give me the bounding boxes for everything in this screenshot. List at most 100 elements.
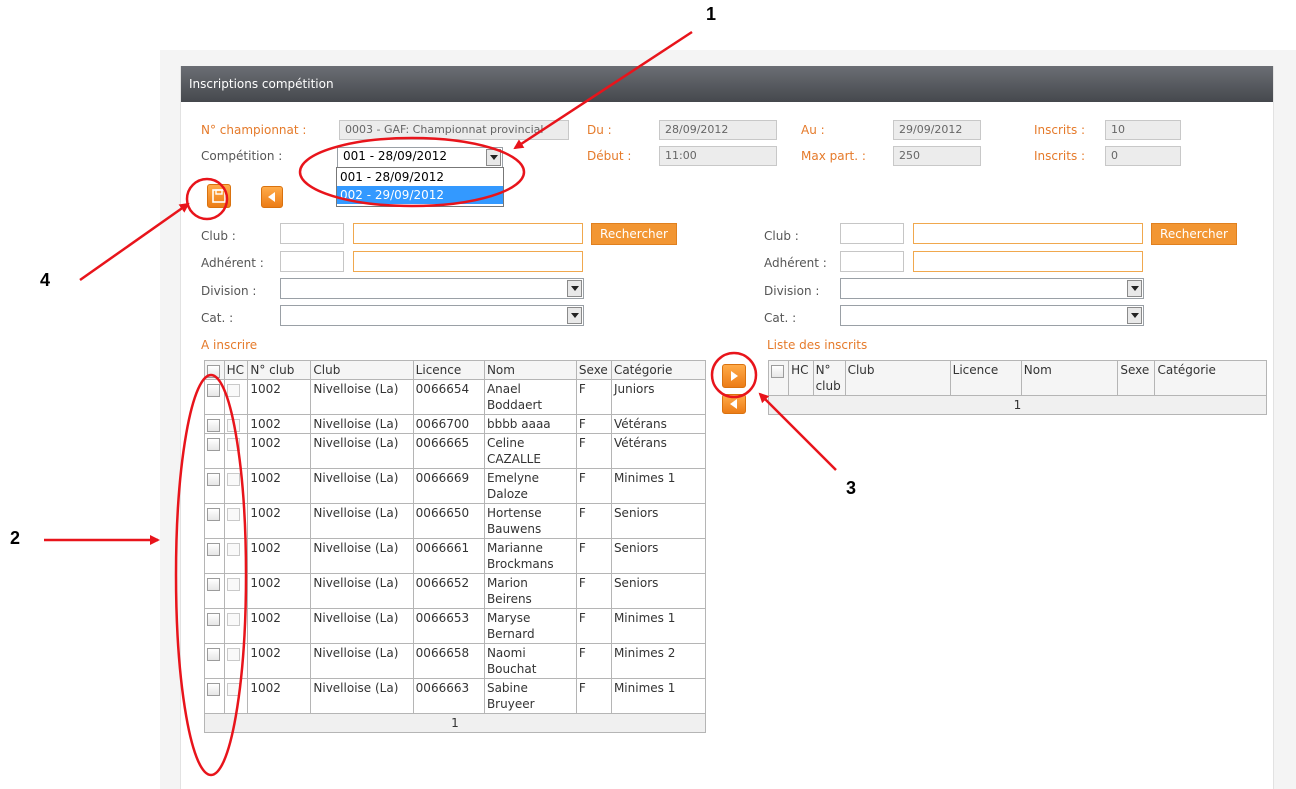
cell-sexe: F — [575, 643, 612, 679]
row-hc-checkbox[interactable] — [226, 613, 240, 626]
row-hc-checkbox[interactable] — [226, 543, 240, 556]
col-sexe: Sexe — [1117, 360, 1156, 396]
annotation-number-4: 4 — [40, 270, 51, 290]
row-select-checkbox[interactable] — [207, 508, 220, 521]
floppy-disk-icon — [212, 189, 226, 203]
au-label: Au : — [801, 123, 825, 137]
cell-nom: Anael Boddaert — [483, 379, 577, 415]
left-adherent-number-input[interactable] — [280, 251, 344, 272]
annotation-number-1: 1 — [706, 4, 717, 24]
left-division-select[interactable] — [280, 278, 584, 299]
cell-categorie: Vétérans — [610, 414, 707, 434]
right-cat-label: Cat. : — [764, 311, 797, 325]
row-hc-checkbox[interactable] — [226, 508, 240, 521]
row-select-checkbox[interactable] — [207, 578, 220, 591]
arrow-left-icon — [268, 192, 275, 202]
col-hc: HC — [788, 360, 814, 396]
right-adherent-number-input[interactable] — [840, 251, 904, 272]
competition-label: Compétition : — [201, 149, 283, 163]
left-search-button[interactable]: Rechercher — [591, 223, 677, 245]
pager-page-1[interactable]: 1 — [204, 713, 706, 733]
row-select-checkbox[interactable] — [207, 543, 220, 556]
chevron-down-icon[interactable] — [486, 149, 501, 166]
cell-sexe: F — [575, 433, 612, 469]
competition-option-2[interactable]: 002 - 29/09/2012 — [337, 186, 503, 204]
cell-club: Nivelloise (La) — [310, 468, 414, 504]
table-row: 1002 Nivelloise (La) 0066700 bbbb aaaa F Vété… — [204, 414, 707, 434]
right-adherent-name-input[interactable] — [913, 251, 1143, 272]
move-right-button[interactable] — [722, 364, 746, 388]
cell-licence: 0066658 — [412, 643, 485, 679]
left-club-number-input[interactable] — [280, 223, 344, 244]
row-hc-checkbox[interactable] — [226, 473, 240, 486]
col-club: Club — [310, 360, 414, 380]
row-hc-checkbox[interactable] — [226, 683, 240, 696]
row-hc-cell — [223, 433, 249, 469]
row-select-checkbox[interactable] — [207, 613, 220, 626]
table-pager-row: 1 — [204, 713, 706, 733]
right-division-select[interactable] — [840, 278, 1144, 299]
cell-club: Nivelloise (La) — [310, 538, 414, 574]
row-hc-checkbox[interactable] — [226, 648, 240, 661]
left-cat-select[interactable] — [280, 305, 584, 326]
chevron-down-icon[interactable] — [567, 307, 582, 324]
right-club-number-input[interactable] — [840, 223, 904, 244]
cell-categorie: Juniors — [610, 379, 707, 415]
col-licence: Licence — [412, 360, 485, 380]
left-adherent-name-input[interactable] — [353, 251, 583, 272]
row-select-cell — [204, 433, 225, 469]
row-hc-checkbox[interactable] — [226, 578, 240, 591]
championnat-field: 0003 - GAF: Championnat provincial — [339, 120, 569, 140]
competition-select[interactable]: 001 - 28/09/2012 — [337, 147, 503, 168]
save-button[interactable] — [207, 184, 231, 208]
right-club-name-input[interactable] — [913, 223, 1143, 244]
row-select-checkbox[interactable] — [207, 683, 220, 696]
cell-nclub: 1002 — [247, 433, 312, 469]
col-categorie: Catégorie — [1154, 360, 1267, 396]
cell-club: Nivelloise (La) — [310, 608, 414, 644]
inscrits-field-1: 10 — [1105, 120, 1181, 140]
table-row: 1002 Nivelloise (La) 0066661 Marianne Brock… — [204, 538, 707, 574]
back-button[interactable] — [261, 186, 283, 208]
cell-sexe: F — [575, 414, 612, 434]
row-hc-checkbox[interactable] — [226, 384, 240, 397]
cell-sexe: F — [575, 468, 612, 504]
row-select-cell — [204, 608, 225, 644]
cell-nom: bbbb aaaa — [483, 414, 577, 434]
row-hc-cell — [223, 608, 249, 644]
cell-categorie: Seniors — [610, 503, 707, 539]
inscrits-label-2: Inscrits : — [1034, 149, 1086, 163]
chevron-down-icon[interactable] — [1127, 307, 1142, 324]
row-select-cell — [204, 643, 225, 679]
row-select-checkbox[interactable] — [207, 473, 220, 486]
cell-club: Nivelloise (La) — [310, 414, 414, 434]
right-registered-table: HC N° club Club Licence Nom Sexe Catégor… — [767, 360, 1267, 415]
chevron-down-icon[interactable] — [1127, 280, 1142, 297]
au-field: 29/09/2012 — [893, 120, 981, 140]
table-row: 1002 Nivelloise (La) 0066650 Hortense Bauwe… — [204, 503, 707, 539]
right-search-button[interactable]: Rechercher — [1151, 223, 1237, 245]
competition-option-1[interactable]: 001 - 28/09/2012 — [337, 168, 503, 186]
row-select-cell — [204, 678, 225, 714]
chevron-down-icon[interactable] — [567, 280, 582, 297]
right-cat-select[interactable] — [840, 305, 1144, 326]
move-left-button[interactable] — [722, 394, 746, 414]
cell-categorie: Seniors — [610, 573, 707, 609]
left-club-name-input[interactable] — [353, 223, 583, 244]
pager-page-1[interactable]: 1 — [768, 395, 1267, 415]
row-hc-checkbox[interactable] — [226, 438, 240, 451]
row-hc-cell — [223, 678, 249, 714]
select-all-checkbox[interactable] — [771, 365, 784, 378]
row-hc-checkbox[interactable] — [226, 419, 240, 432]
maxpart-label: Max part. : — [801, 149, 866, 163]
cell-sexe: F — [575, 608, 612, 644]
cell-nclub: 1002 — [247, 379, 312, 415]
row-select-checkbox[interactable] — [207, 648, 220, 661]
right-adherent-label: Adhérent : — [764, 256, 827, 270]
select-all-checkbox[interactable] — [207, 365, 220, 378]
row-select-checkbox[interactable] — [207, 384, 220, 397]
cell-licence: 0066650 — [412, 503, 485, 539]
row-select-checkbox[interactable] — [207, 419, 220, 432]
row-select-checkbox[interactable] — [207, 438, 220, 451]
cell-nom: Hortense Bauwens — [483, 503, 577, 539]
